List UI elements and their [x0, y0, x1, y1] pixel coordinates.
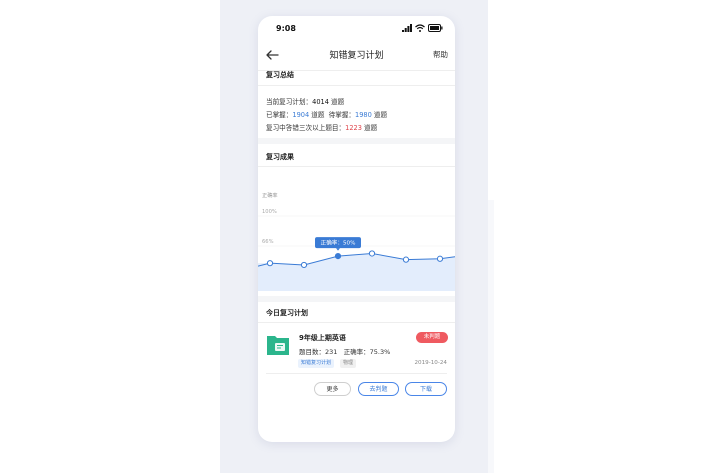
status-bar: 9:08 [258, 16, 455, 42]
pending-count: 1980 [355, 111, 372, 119]
accuracy-value: 75.3% [369, 348, 391, 356]
wrong-thrice-count: 1223 [345, 124, 362, 132]
mastery-line: 已掌握：1904 道题 待掌握：1980 道题 [266, 109, 387, 119]
data-point [436, 255, 444, 262]
subject-tag: 物理 [340, 359, 357, 368]
y-tick-label: 100% [262, 209, 277, 215]
divider [258, 322, 455, 323]
data-point [402, 256, 410, 263]
accuracy-label: 正确率： [343, 348, 370, 356]
data-point [300, 261, 308, 269]
y-tick-label: 66% [262, 239, 274, 245]
current-plan-line: 当前复习计划：4014 道题 [266, 96, 344, 106]
divider [258, 166, 455, 167]
wrong-thrice-label: 复习中答错三次以上题目： [266, 124, 346, 132]
plan-stats: 题目数：231 正确率：75.3% [299, 346, 390, 356]
today-plan-title: 今日复习计划 [266, 309, 308, 317]
status-time: 9:08 [276, 24, 296, 33]
backdrop-strip [488, 200, 494, 473]
download-button[interactable]: 下载 [405, 382, 447, 396]
status-icons [402, 24, 443, 32]
section-separator [258, 138, 455, 144]
phone-screen: 9:08 知错复习计划 帮助 复习总结 当前复习计划：4014 道题 已掌握：1… [258, 16, 455, 442]
count-label: 题目数： [299, 348, 325, 356]
unit-label: 道题 [364, 124, 378, 132]
battery-icon [428, 24, 443, 32]
summary-title: 复习总结 [266, 71, 294, 79]
unit-label: 道题 [373, 111, 388, 119]
more-button[interactable]: 更多 [314, 382, 351, 396]
count-value: 231 [325, 348, 338, 356]
mastered-label: 已掌握： [266, 111, 293, 119]
tooltip-label: 正确率：50% [321, 239, 356, 247]
results-title: 复习成果 [266, 153, 294, 161]
judge-button[interactable]: 去判题 [358, 382, 399, 396]
accuracy-line-chart: 正确率100%66%32%正确率：50%3/73/83/93/103/113/1… [258, 191, 455, 303]
current-plan-count: 4014 [312, 98, 329, 106]
pending-label: 待掌握： [328, 111, 356, 119]
page-title: 知错复习计划 [329, 51, 384, 61]
current-plan-label: 当前复习计划： [266, 98, 313, 106]
y-axis-label: 正确率 [262, 191, 278, 199]
nav-bar: 知错复习计划 帮助 [258, 42, 455, 71]
signal-icon [402, 24, 412, 32]
unit-label: 道题 [331, 98, 345, 106]
status-badge: 未判题 [416, 332, 448, 343]
wifi-icon [415, 24, 425, 32]
divider [266, 373, 447, 374]
help-link[interactable]: 帮助 [433, 49, 448, 60]
plan-name: 9年级上期英语 [299, 334, 346, 342]
unit-label: 道题 [311, 111, 325, 119]
tooltip-pointer [336, 248, 340, 251]
plan-date: 2019-10-24 [414, 360, 447, 366]
wrong-thrice-line: 复习中答错三次以上题目：1223 道题 [266, 122, 377, 132]
section-separator [258, 296, 455, 302]
mastered-count: 1904 [292, 111, 310, 119]
divider [258, 85, 455, 86]
data-point [368, 250, 376, 257]
folder-icon [267, 336, 289, 355]
data-point [334, 253, 342, 260]
data-point [266, 260, 274, 267]
plan-tag: 知错复习计划 [298, 359, 335, 368]
